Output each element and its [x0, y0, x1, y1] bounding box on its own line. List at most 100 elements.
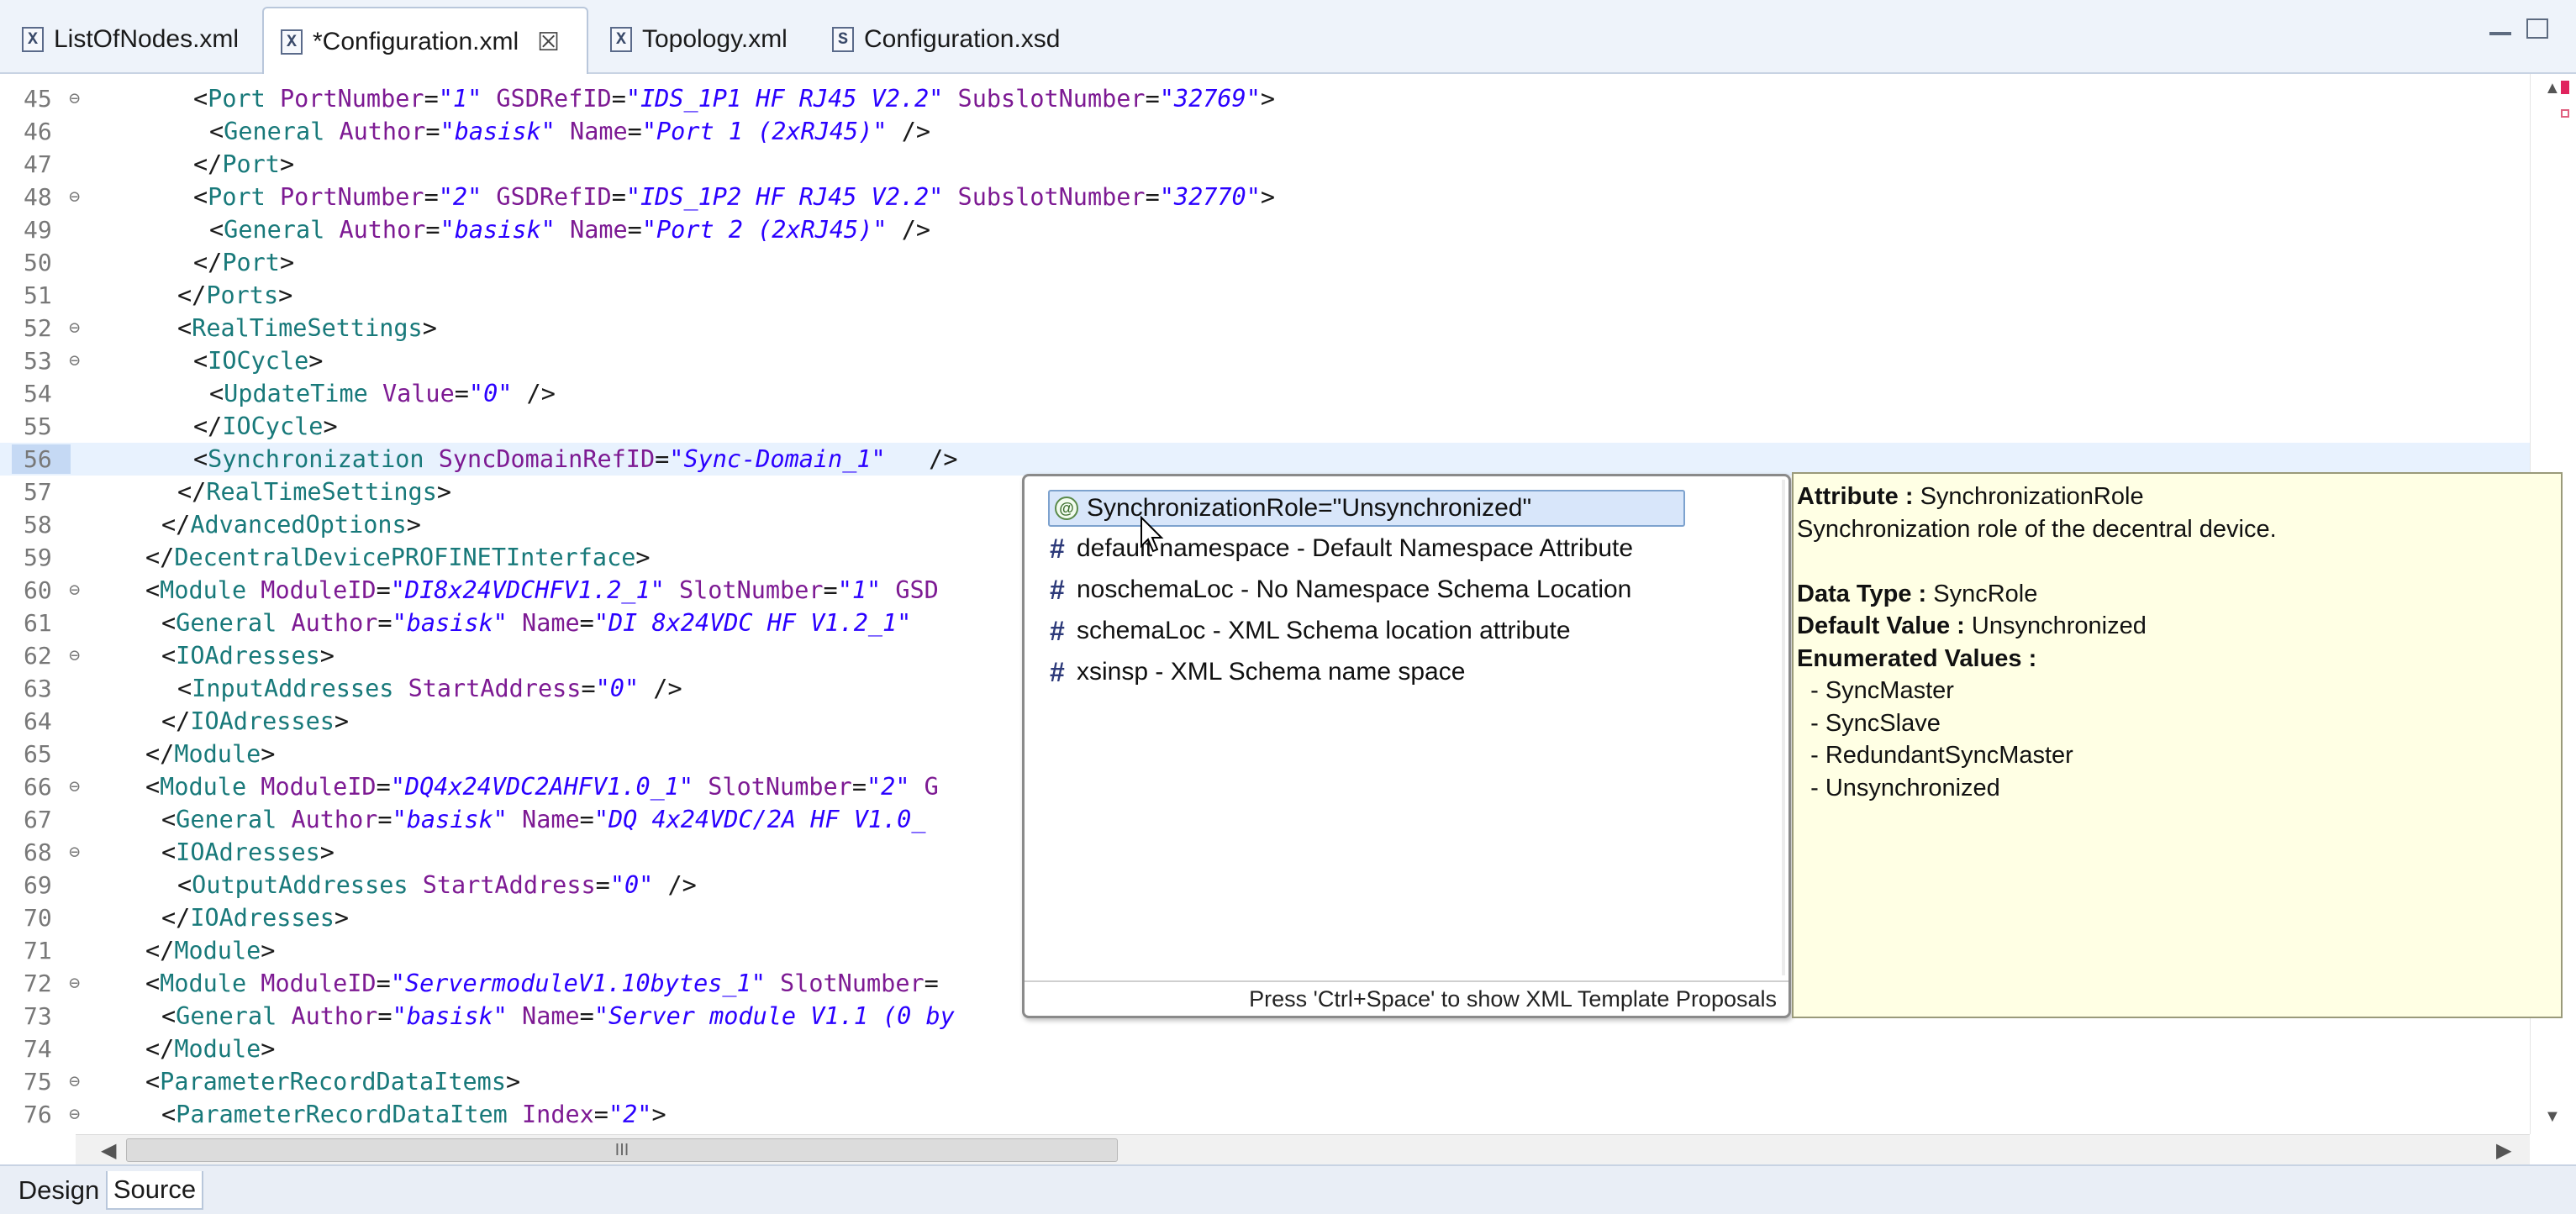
- proposal-item-noschemaloc[interactable]: # noschemaLoc - No Namespace Schema Loca…: [1050, 571, 1631, 608]
- error-marker-icon[interactable]: [2561, 81, 2569, 94]
- code-line[interactable]: 56 <Synchronization SyncDomainRefID="Sync…: [0, 443, 2530, 476]
- code-token: >: [319, 838, 335, 866]
- scroll-down-icon[interactable]: ▼: [2544, 1107, 2561, 1127]
- code-token: >: [261, 740, 276, 768]
- code-text: </AdvancedOptions>: [161, 508, 421, 541]
- code-token: Module: [160, 773, 247, 801]
- code-line[interactable]: 51 </Ports>: [0, 279, 2530, 312]
- code-line[interactable]: 48 ⊖ <Port PortNumber="2" GSDRefID="IDS_1P…: [0, 181, 2530, 213]
- minimize-icon[interactable]: [2489, 30, 2511, 35]
- code-token: =: [377, 609, 392, 637]
- tab-topology[interactable]: X Topology.xml: [593, 7, 814, 72]
- line-number: 65: [24, 740, 52, 768]
- code-line[interactable]: 55 </IOCycle>: [0, 410, 2530, 443]
- code-line[interactable]: 53 ⊖ <IOCycle>: [0, 344, 2530, 377]
- code-text: <Module ModuleID="DQ4x24VDC2AHFV1.0_1" S…: [145, 770, 939, 803]
- code-line[interactable]: 45 ⊖ <Port PortNumber="1" GSDRefID="IDS_1P…: [0, 82, 2530, 115]
- code-token: Name: [522, 806, 580, 833]
- code-line[interactable]: 54 <UpdateTime Value="0" />: [0, 377, 2530, 410]
- fold-toggle-icon[interactable]: ⊖: [69, 82, 80, 115]
- proposal-label: schemaLoc - XML Schema location attribut…: [1077, 617, 1571, 644]
- code-token: IOCycle: [208, 347, 309, 375]
- fold-toggle-icon[interactable]: ⊖: [69, 967, 80, 1000]
- code-text: <General Author="basisk" Name="DI 8x24VD…: [161, 607, 911, 639]
- maximize-icon[interactable]: [2526, 18, 2548, 39]
- code-token: IOCycle: [222, 413, 324, 440]
- code-token: =: [823, 576, 838, 604]
- code-token: <: [161, 609, 176, 637]
- fold-toggle-icon[interactable]: ⊖: [69, 344, 80, 377]
- code-line[interactable]: 75 ⊖ <ParameterRecordDataItems>: [0, 1065, 2530, 1098]
- code-token: =: [593, 1101, 608, 1128]
- code-token: </: [193, 413, 223, 440]
- line-number: 70: [24, 904, 52, 932]
- code-token: ModuleID: [261, 773, 377, 801]
- fold-toggle-icon[interactable]: ⊖: [69, 312, 80, 344]
- code-token: >: [279, 249, 295, 276]
- code-token: =: [595, 871, 610, 899]
- tab-source[interactable]: Source: [106, 1171, 203, 1210]
- code-line[interactable]: 47 </Port>: [0, 148, 2530, 181]
- code-token: </: [145, 1035, 175, 1063]
- code-text: <Module ModuleID="ServermoduleV1.10bytes…: [145, 967, 939, 1000]
- tab-configuration-xsd[interactable]: S Configuration.xsd: [815, 7, 1084, 72]
- tab-configuration-xml[interactable]: X *Configuration.xml ☒: [262, 7, 588, 76]
- fold-toggle-icon[interactable]: ⊖: [69, 770, 80, 803]
- proposal-item-schemaloc[interactable]: # schemaLoc - XML Schema location attrib…: [1050, 612, 1571, 649]
- code-line[interactable]: 49 <General Author="basisk" Name="Port 2 …: [0, 213, 2530, 246]
- warning-marker-icon[interactable]: [2561, 109, 2569, 118]
- code-text: </Module>: [145, 1033, 275, 1065]
- line-number: 55: [24, 413, 52, 440]
- line-number: 72: [24, 970, 52, 997]
- code-token: =: [627, 118, 642, 145]
- code-token: SubslotNumber: [957, 85, 1146, 113]
- tab-design[interactable]: Design: [12, 1171, 106, 1210]
- line-number: 64: [24, 707, 52, 735]
- code-line[interactable]: 52 ⊖ <RealTimeSettings>: [0, 312, 2530, 344]
- code-text: </IOAdresses>: [161, 901, 349, 934]
- code-token: "0": [609, 871, 654, 899]
- close-icon[interactable]: ☒: [537, 28, 560, 57]
- tab-label: *Configuration.xml: [313, 28, 519, 55]
- code-token: >: [1260, 183, 1276, 211]
- code-token: Author: [291, 806, 378, 833]
- code-token: =: [579, 806, 594, 833]
- fold-toggle-icon[interactable]: ⊖: [69, 1098, 80, 1131]
- code-line[interactable]: 46 <General Author="basisk" Name="Port 1 …: [0, 115, 2530, 148]
- scrollbar-thumb[interactable]: III: [126, 1138, 1118, 1162]
- tab-listofnodes[interactable]: X ListOfNodes.xml: [5, 7, 257, 72]
- code-token: "Port 2 (2xRJ45)": [641, 216, 888, 244]
- fold-toggle-icon[interactable]: ⊖: [69, 1065, 80, 1098]
- fold-toggle-icon[interactable]: ⊖: [69, 639, 80, 672]
- popup-scrollbar[interactable]: [1782, 480, 1785, 975]
- line-number: 57: [24, 478, 52, 506]
- code-token: >: [261, 1035, 276, 1063]
- scroll-up-icon[interactable]: ▲: [2544, 79, 2561, 98]
- code-token: />: [639, 675, 682, 702]
- scroll-left-icon[interactable]: ◀: [101, 1138, 116, 1163]
- code-token: </: [145, 937, 175, 964]
- code-line[interactable]: 74 </Module>: [0, 1033, 2530, 1065]
- code-token: "Sync-Domain_1": [669, 445, 886, 473]
- fold-toggle-icon[interactable]: ⊖: [69, 836, 80, 869]
- fold-toggle-icon[interactable]: ⊖: [69, 181, 80, 213]
- code-line[interactable]: 50 </Port>: [0, 246, 2530, 279]
- code-token: Synchronization: [208, 445, 424, 473]
- code-token: GSDRefID: [496, 85, 612, 113]
- code-token: "32770": [1159, 183, 1261, 211]
- code-token: Port: [222, 249, 280, 276]
- horizontal-scrollbar[interactable]: ◀ III ▶: [76, 1134, 2530, 1165]
- proposal-item-default-namespace[interactable]: # default namespace - Default Namespace …: [1050, 530, 1633, 567]
- code-token: <: [145, 970, 161, 997]
- code-line[interactable]: 76 ⊖ <ParameterRecordDataItem Index="2">: [0, 1098, 2530, 1131]
- fold-toggle-icon[interactable]: ⊖: [69, 574, 80, 607]
- proposal-item-xsinsp[interactable]: # xsinsp - XML Schema name space: [1050, 654, 1465, 691]
- code-token: >: [334, 707, 350, 735]
- code-token: =: [851, 773, 867, 801]
- code-token: />: [885, 445, 958, 473]
- scroll-right-icon[interactable]: ▶: [2496, 1138, 2511, 1163]
